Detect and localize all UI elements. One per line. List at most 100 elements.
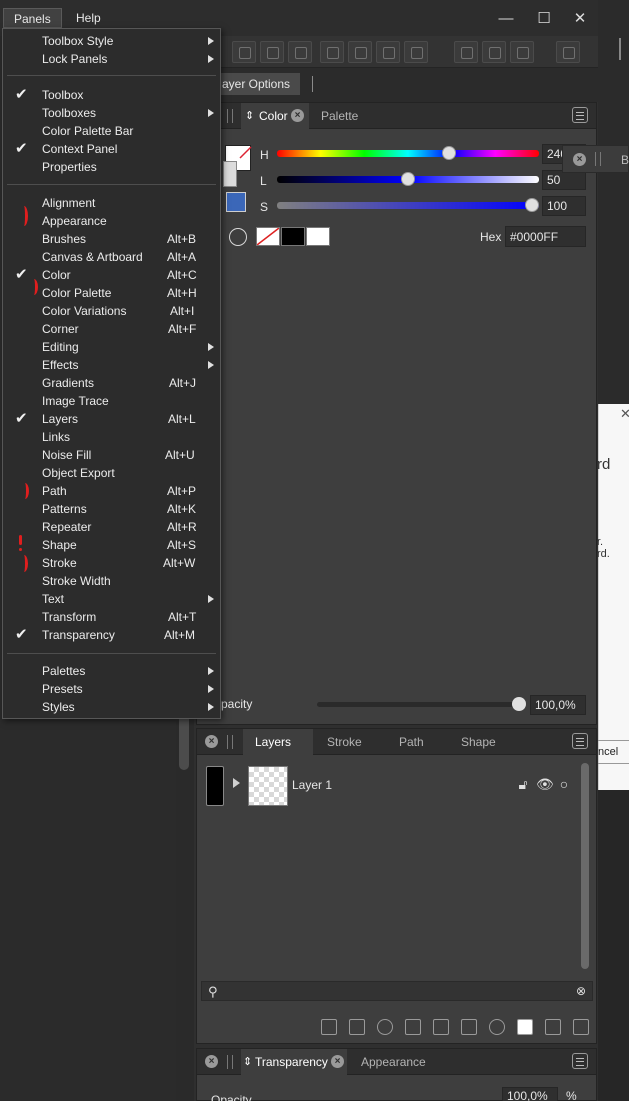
tab-color[interactable]: ⇕ Color × — [241, 103, 309, 129]
menu-item-noise-fill[interactable]: Noise Fill Alt+U — [3, 446, 220, 464]
unlock-icon[interactable]: 🔓︎ — [515, 776, 531, 792]
mask-icon[interactable] — [405, 1019, 421, 1035]
menu-help[interactable]: Help — [66, 8, 111, 28]
grip-icon[interactable] — [227, 109, 233, 123]
tab-layers[interactable]: Layers — [243, 729, 313, 755]
opacity-knob[interactable] — [512, 697, 526, 711]
trash-icon[interactable] — [573, 1019, 589, 1035]
panel-menu-icon[interactable] — [572, 733, 588, 749]
tab-transparency[interactable]: ⇕ Transparency × — [241, 1049, 347, 1075]
boolean-op-icon[interactable] — [260, 41, 284, 63]
dialog-cancel-button[interactable]: ncel — [597, 740, 629, 764]
menu-item-palettes[interactable]: Palettes — [3, 662, 220, 680]
grip-icon[interactable] — [595, 152, 601, 166]
black-swatch[interactable] — [281, 227, 305, 246]
arrange-icon[interactable] — [510, 41, 534, 63]
boolean-op-icon[interactable] — [348, 41, 372, 63]
tab-stroke[interactable]: Stroke — [327, 729, 362, 755]
close-tab-icon[interactable]: × — [291, 109, 304, 122]
clip-icon[interactable] — [433, 1019, 449, 1035]
menu-item-object-export[interactable]: Object Export — [3, 464, 220, 482]
menu-item-toolbox-style[interactable]: Toolbox Style — [3, 32, 220, 50]
add-layer-icon[interactable] — [517, 1019, 533, 1035]
menu-item-corner[interactable]: Corner Alt+F — [3, 320, 220, 338]
menu-item-gradients[interactable]: Gradients Alt+J — [3, 374, 220, 392]
tab-shape[interactable]: Shape — [461, 729, 496, 755]
white-swatch[interactable] — [306, 227, 330, 246]
menu-item-toolboxes[interactable]: Toolboxes — [3, 104, 220, 122]
menu-item-image-trace[interactable]: Image Trace — [3, 392, 220, 410]
arrange-icon[interactable] — [454, 41, 478, 63]
saturation-slider[interactable] — [277, 198, 539, 212]
opacity-value[interactable]: 100,0% — [502, 1087, 558, 1101]
arrange-icon[interactable] — [482, 41, 506, 63]
fx-icon[interactable] — [461, 1019, 477, 1035]
menu-item-color-variations[interactable]: Color Variations Alt+I — [3, 302, 220, 320]
dialog-close-icon[interactable]: ✕ — [620, 406, 629, 422]
menu-item-links[interactable]: Links — [3, 428, 220, 446]
hue-knob[interactable] — [442, 146, 456, 160]
menu-item-shape[interactable]: Shape Alt+S — [3, 536, 220, 554]
boolean-op-icon[interactable] — [376, 41, 400, 63]
boolean-op-icon[interactable] — [232, 41, 256, 63]
none-swatch[interactable] — [256, 227, 280, 246]
menu-item-presets[interactable]: Presets — [3, 680, 220, 698]
grip-icon[interactable] — [227, 1055, 233, 1069]
close-tab-icon[interactable]: × — [331, 1055, 344, 1068]
panel-menu-icon[interactable] — [572, 107, 588, 123]
menu-item-context-panel[interactable]: ✔ Context Panel — [3, 140, 220, 158]
visibility-eye-icon[interactable]: 👁︎ — [536, 776, 554, 792]
layers-search-input[interactable]: ⚲ ⊗ — [201, 981, 593, 1001]
opacity-slider[interactable] — [317, 702, 517, 707]
close-tab-icon[interactable]: × — [573, 153, 586, 166]
menu-item-layers[interactable]: ✔ Layers Alt+L — [3, 410, 220, 428]
boolean-op-icon[interactable] — [320, 41, 344, 63]
menu-item-effects[interactable]: Effects — [3, 356, 220, 374]
saturation-knob[interactable] — [525, 198, 539, 212]
stroke-swatch[interactable] — [223, 161, 237, 187]
lightness-value[interactable]: 50 — [542, 170, 586, 190]
menu-item-color-palette-bar[interactable]: Color Palette Bar — [3, 122, 220, 140]
menu-item-path[interactable]: Path Alt+P — [3, 482, 220, 500]
layers-scrollbar[interactable] — [581, 763, 589, 969]
layer-row[interactable]: Layer 1 🔓︎ 👁︎ ○ — [197, 761, 587, 809]
menu-panels[interactable]: Panels — [3, 8, 62, 28]
grip-icon[interactable] — [227, 735, 233, 749]
duplicate-icon[interactable] — [349, 1019, 365, 1035]
menu-item-appearance[interactable]: Appearance — [3, 212, 220, 230]
menu-item-toolbox[interactable]: ✔ Toolbox — [3, 86, 220, 104]
boolean-op-icon[interactable] — [288, 41, 312, 63]
lightness-slider[interactable] — [277, 172, 539, 186]
close-panel-icon[interactable]: × — [205, 735, 218, 748]
menu-item-stroke-width[interactable]: Stroke Width — [3, 572, 220, 590]
panel-menu-icon[interactable] — [572, 1053, 588, 1069]
menu-item-editing[interactable]: Editing — [3, 338, 220, 356]
camera-icon[interactable] — [489, 1019, 505, 1035]
layer-options-button[interactable]: ayer Options — [220, 73, 300, 95]
menu-item-alignment[interactable]: Alignment — [3, 194, 220, 212]
hex-input[interactable]: #0000FF — [505, 226, 586, 247]
tab-appearance[interactable]: Appearance — [361, 1049, 426, 1075]
current-color-swatch[interactable] — [226, 192, 246, 212]
lightness-knob[interactable] — [401, 172, 415, 186]
tab-palette[interactable]: Palette — [321, 103, 381, 129]
layer-name[interactable]: Layer 1 — [292, 778, 332, 792]
export-icon[interactable] — [556, 41, 580, 63]
menu-item-brushes[interactable]: Brushes Alt+B — [3, 230, 220, 248]
menu-item-transparency[interactable]: ✔ Transparency Alt+M — [3, 626, 220, 644]
hue-slider[interactable] — [277, 146, 539, 160]
search-clear-icon[interactable]: ⊗ — [576, 984, 586, 998]
saturation-value[interactable]: 100 — [542, 196, 586, 216]
close-panel-icon[interactable]: × — [205, 1055, 218, 1068]
floating-panel-tab[interactable]: × B — [562, 145, 629, 173]
menu-item-lock-panels[interactable]: Lock Panels — [3, 50, 220, 68]
menu-item-transform[interactable]: Transform Alt+T — [3, 608, 220, 626]
select-circle-icon[interactable]: ○ — [556, 776, 572, 792]
menu-item-stroke[interactable]: Stroke Alt+W — [3, 554, 220, 572]
menu-item-properties[interactable]: Properties — [3, 158, 220, 176]
menu-item-patterns[interactable]: Patterns Alt+K — [3, 500, 220, 518]
tab-path[interactable]: Path — [399, 729, 424, 755]
boolean-op-icon[interactable] — [404, 41, 428, 63]
layer-color-tag[interactable] — [206, 766, 224, 806]
isolate-icon[interactable] — [377, 1019, 393, 1035]
